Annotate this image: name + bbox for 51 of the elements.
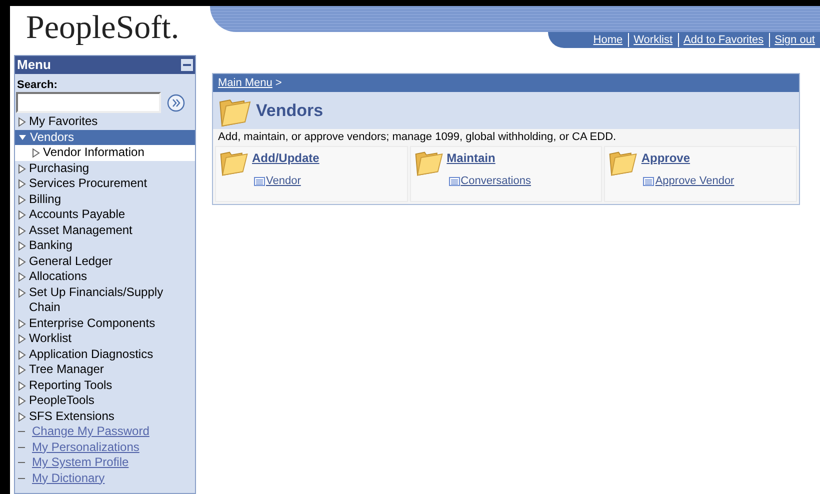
menu-link[interactable]: Change My Password (15, 424, 195, 440)
breadcrumb-link[interactable]: Main Menu (218, 74, 272, 92)
menu-item[interactable]: Allocations (15, 269, 195, 284)
search-field[interactable] (16, 92, 161, 113)
nav-link[interactable]: Add to Favorites (678, 33, 769, 47)
menu-item[interactable]: Services Procurement (15, 176, 195, 192)
dash-icon (18, 446, 25, 448)
menu-item[interactable]: Enterprise Components (15, 316, 195, 331)
list-icon (254, 176, 265, 186)
menu-item[interactable]: Tree Manager (15, 362, 195, 378)
category-link[interactable]: Add/Update (252, 149, 320, 167)
menu-item[interactable]: Set Up Financials/Supply Chain (15, 284, 195, 316)
search-go-icon[interactable] (167, 94, 185, 112)
list-icon (448, 176, 460, 186)
expanded-triangle-icon (18, 132, 27, 142)
menu-link[interactable]: My Personalizations (15, 440, 195, 455)
page-title: Vendors (256, 100, 324, 122)
category-link[interactable]: Maintain (446, 149, 496, 167)
collapse-button[interactable] (181, 59, 193, 71)
menu-item[interactable]: Asset Management (15, 222, 195, 238)
nav-link[interactable]: Home (588, 33, 628, 47)
dash-icon (18, 462, 25, 463)
menu-item[interactable]: My Favorites (15, 114, 195, 130)
menu-link[interactable]: My System Profile (15, 455, 195, 470)
menu-item[interactable]: Reporting Tools (15, 378, 195, 393)
search-label: Search: (16, 78, 58, 92)
logo: PeopleSoft. (25, 9, 180, 48)
menu-item[interactable]: Vendor Information (15, 145, 195, 160)
menu-item[interactable]: Banking (15, 238, 195, 254)
menu-title: Menu (17, 56, 51, 74)
dash-icon (18, 431, 25, 432)
description: Add, maintain, or approve vendors; manage 1099, global withholding, or CA EDD. (217, 130, 618, 145)
menu-item[interactable]: Worklist (15, 331, 195, 346)
menu-item[interactable]: General Ledger (15, 254, 195, 269)
nav-link[interactable]: Sign out (768, 33, 820, 47)
menu-item[interactable]: Billing (15, 192, 195, 207)
menu-item[interactable]: Vendors (15, 130, 195, 145)
menu-item[interactable]: Purchasing (15, 160, 195, 176)
category-link[interactable]: Approve (641, 149, 690, 167)
menu-item[interactable]: SFS Extensions (15, 408, 195, 424)
list-icon (643, 176, 654, 186)
menu-item[interactable]: Accounts Payable (15, 207, 195, 222)
nav-link[interactable]: Worklist (628, 33, 678, 47)
component-link[interactable]: Vendor (254, 173, 404, 190)
component-link[interactable]: Conversations (448, 173, 598, 190)
menu-link[interactable]: My Dictionary (15, 470, 195, 486)
menu-item[interactable]: Application Diagnostics (15, 346, 195, 362)
component-link[interactable]: Approve Vendor (643, 173, 793, 190)
triangle-icon (18, 117, 26, 127)
menu-item[interactable]: PeopleTools (15, 393, 195, 408)
breadcrumb-separator: > (275, 76, 282, 91)
